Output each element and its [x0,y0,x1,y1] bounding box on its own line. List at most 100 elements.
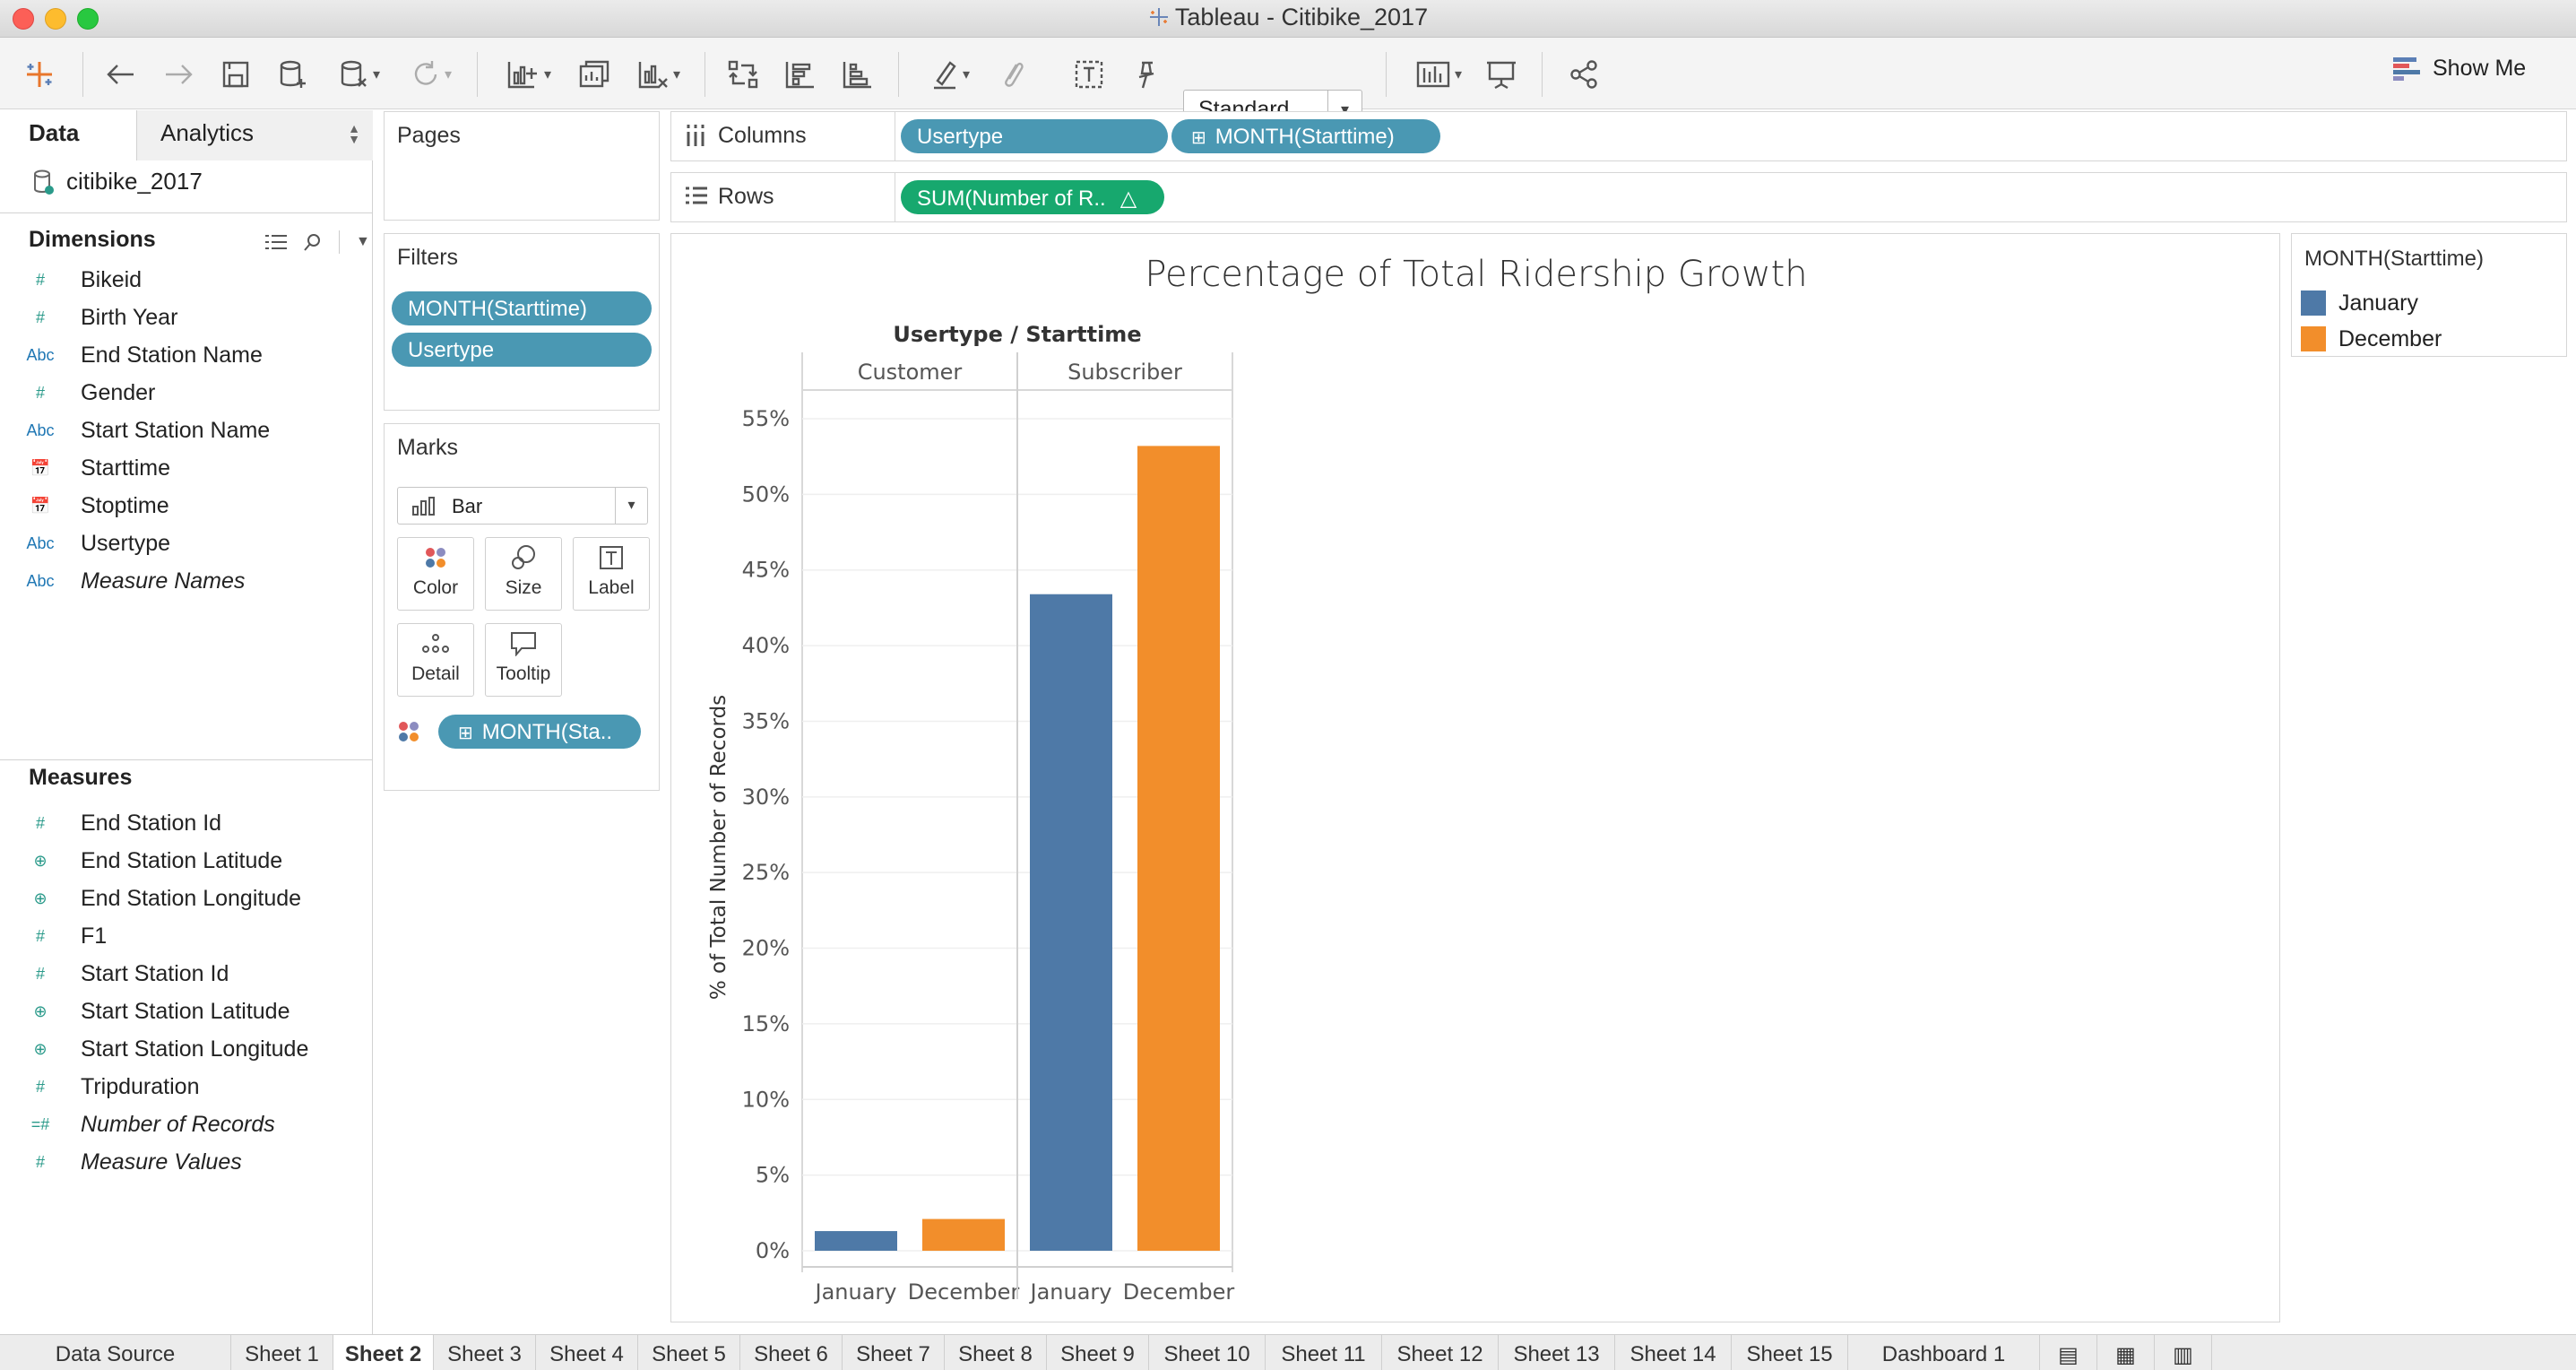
undo-icon[interactable] [100,54,142,95]
pause-updates-icon[interactable]: ▾ [328,54,391,95]
measure-end-station-longitude[interactable]: ⊕ End Station Longitude [0,880,373,917]
new-dashboard-tab-icon[interactable]: ▦ [2097,1335,2155,1370]
sort-ascending-icon[interactable] [780,54,821,95]
sort-descending-icon[interactable] [837,54,878,95]
show-mark-labels-icon[interactable] [1068,54,1110,95]
sheet-tab-sheet-4[interactable]: Sheet 4 [536,1335,638,1370]
search-icon[interactable] [303,232,323,252]
dimension-end-station-name[interactable]: Abc End Station Name [0,336,373,374]
highlight-icon[interactable]: ▾ [918,54,982,95]
rows-pill-label: SUM(Number of R.. [917,186,1106,211]
datasource-item[interactable]: citibike_2017 [32,168,203,195]
measure-start-station-id[interactable]: # Start Station Id [0,955,373,993]
tab-data[interactable]: Data [0,110,136,160]
show-cards-icon[interactable]: ▾ [1407,54,1470,95]
presentation-mode-icon[interactable] [1481,54,1522,95]
view-as-list-icon[interactable] [265,233,287,251]
tooltip-button[interactable]: Tooltip [485,623,562,697]
sheet-tab-sheet-12[interactable]: Sheet 12 [1382,1335,1499,1370]
dimension-usertype[interactable]: Abc Usertype [0,525,373,562]
measure-start-station-longitude[interactable]: ⊕ Start Station Longitude [0,1030,373,1068]
measure-f1[interactable]: # F1 [0,917,373,955]
sheet-tab-sheet-15[interactable]: Sheet 15 [1732,1335,1848,1370]
redo-icon[interactable] [158,54,199,95]
label-button[interactable]: Label [573,537,650,611]
sheet-tab-sheet-6[interactable]: Sheet 6 [740,1335,843,1370]
new-datasource-icon[interactable] [272,54,314,95]
measure-number-of-records[interactable]: =# Number of Records [0,1106,373,1143]
window-title: Tableau - Citibike_2017 [0,4,2576,31]
legend-item-january[interactable]: January [2301,290,2418,316]
new-story-tab-icon[interactable]: ▥ [2155,1335,2212,1370]
refresh-icon[interactable]: ▾ [400,54,462,95]
sheet-tab-sheet-13[interactable]: Sheet 13 [1499,1335,1615,1370]
dimension-starttime[interactable]: 📅 Starttime [0,449,373,487]
measure-start-station-latitude[interactable]: ⊕ Start Station Latitude [0,993,373,1030]
group-members-icon[interactable] [991,54,1033,95]
filters-card-title: Filters [397,245,459,270]
measure-measure-values[interactable]: # Measure Values [0,1143,373,1181]
dimension-stoptime[interactable]: 📅 Stoptime [0,487,373,525]
rows-shelf[interactable]: Rows SUM(Number of R.. △ [670,172,2567,222]
clear-sheet-icon[interactable]: ▾ [627,54,690,95]
color-pill-month[interactable]: ⊞ MONTH(Sta.. [438,715,641,749]
rows-pill-sum-records[interactable]: SUM(Number of R.. △ [901,180,1164,214]
measure-end-station-id[interactable]: # End Station Id [0,804,373,842]
data-pane: Data Analytics ▲ ▼ citibike_2017 Dimensio… [0,110,373,1334]
sheet-tab-sheet-9[interactable]: Sheet 9 [1047,1335,1149,1370]
columns-pill-month[interactable]: ⊞ MONTH(Starttime) [1171,119,1440,153]
color-button[interactable]: Color [397,537,474,611]
bar-chart: Usertype / Starttime 0% 5% 10% 15% 20% 25% 30% 3… [707,322,1234,1305]
dimension-measure-names[interactable]: Abc Measure Names [0,562,373,600]
detail-button[interactable]: Detail [397,623,474,697]
field-name: Start Station Latitude [81,998,290,1024]
field-name: Gender [81,379,156,405]
sheet-tab-data-source[interactable]: Data Source [0,1335,231,1370]
dimension-gender[interactable]: # Gender [0,374,373,412]
fix-axes-icon[interactable] [1126,54,1167,95]
sheet-tab-dashboard-1[interactable]: Dashboard 1 [1848,1335,2040,1370]
dimension-start-station-name[interactable]: Abc Start Station Name [0,412,373,449]
x-tick-label: January [814,1279,897,1305]
marks-card-title: Marks [397,435,459,460]
new-worksheet-icon[interactable]: ▾ [493,54,565,95]
mark-type-select[interactable]: Bar ▾ [397,487,648,525]
sheet-tab-sheet-10[interactable]: Sheet 10 [1149,1335,1266,1370]
save-icon[interactable] [215,54,256,95]
field-name: Usertype [81,530,171,556]
columns-pill-usertype[interactable]: Usertype [901,119,1168,153]
filter-pill-month-starttime[interactable]: MONTH(Starttime) [392,291,652,325]
legend-item-december[interactable]: December [2301,325,2442,352]
sheet-tab-sheet-14[interactable]: Sheet 14 [1615,1335,1732,1370]
sheet-tab-sheet-8[interactable]: Sheet 8 [945,1335,1047,1370]
viz-view[interactable]: Percentage of Total Ridership Growth Use… [670,233,2280,1322]
filter-pill-usertype[interactable]: Usertype [392,333,652,367]
filters-card[interactable]: Filters MONTH(Starttime) Usertype [384,233,660,411]
tableau-home-icon[interactable] [22,54,57,95]
sheet-tab-sheet-7[interactable]: Sheet 7 [843,1335,945,1370]
string-type-icon: Abc [26,533,55,552]
sheet-tab-sheet-5[interactable]: Sheet 5 [638,1335,740,1370]
string-type-icon: Abc [26,345,55,364]
show-me-button[interactable]: Show Me [2393,56,2526,82]
dimension-bikeid[interactable]: # Bikeid [0,261,373,299]
share-icon[interactable] [1563,54,1604,95]
sheet-tab-sheet-3[interactable]: Sheet 3 [434,1335,536,1370]
measure-tripduration[interactable]: # Tripduration [0,1068,373,1106]
sheet-tab-sheet-2[interactable]: Sheet 2 [333,1335,434,1370]
size-button[interactable]: Size [485,537,562,611]
date-type-icon: 📅 [30,496,51,515]
sheet-tab-sheet-1[interactable]: Sheet 1 [231,1335,333,1370]
chevron-down-icon[interactable]: ▼ [356,234,370,250]
duplicate-sheet-icon[interactable] [574,54,615,95]
pages-card[interactable]: Pages [384,111,660,221]
field-name: Starttime [81,455,171,481]
y-tick-label: 20% [742,936,790,961]
dimension-birth-year[interactable]: # Birth Year [0,299,373,336]
measure-end-station-latitude[interactable]: ⊕ End Station Latitude [0,842,373,880]
new-worksheet-tab-icon[interactable]: ▤ [2040,1335,2097,1370]
tab-analytics[interactable]: Analytics ▲ ▼ [136,110,373,160]
sheet-tab-sheet-11[interactable]: Sheet 11 [1266,1335,1382,1370]
swap-rows-columns-icon[interactable] [722,54,764,95]
columns-shelf[interactable]: Columns Usertype ⊞ MONTH(Starttime) [670,111,2567,161]
